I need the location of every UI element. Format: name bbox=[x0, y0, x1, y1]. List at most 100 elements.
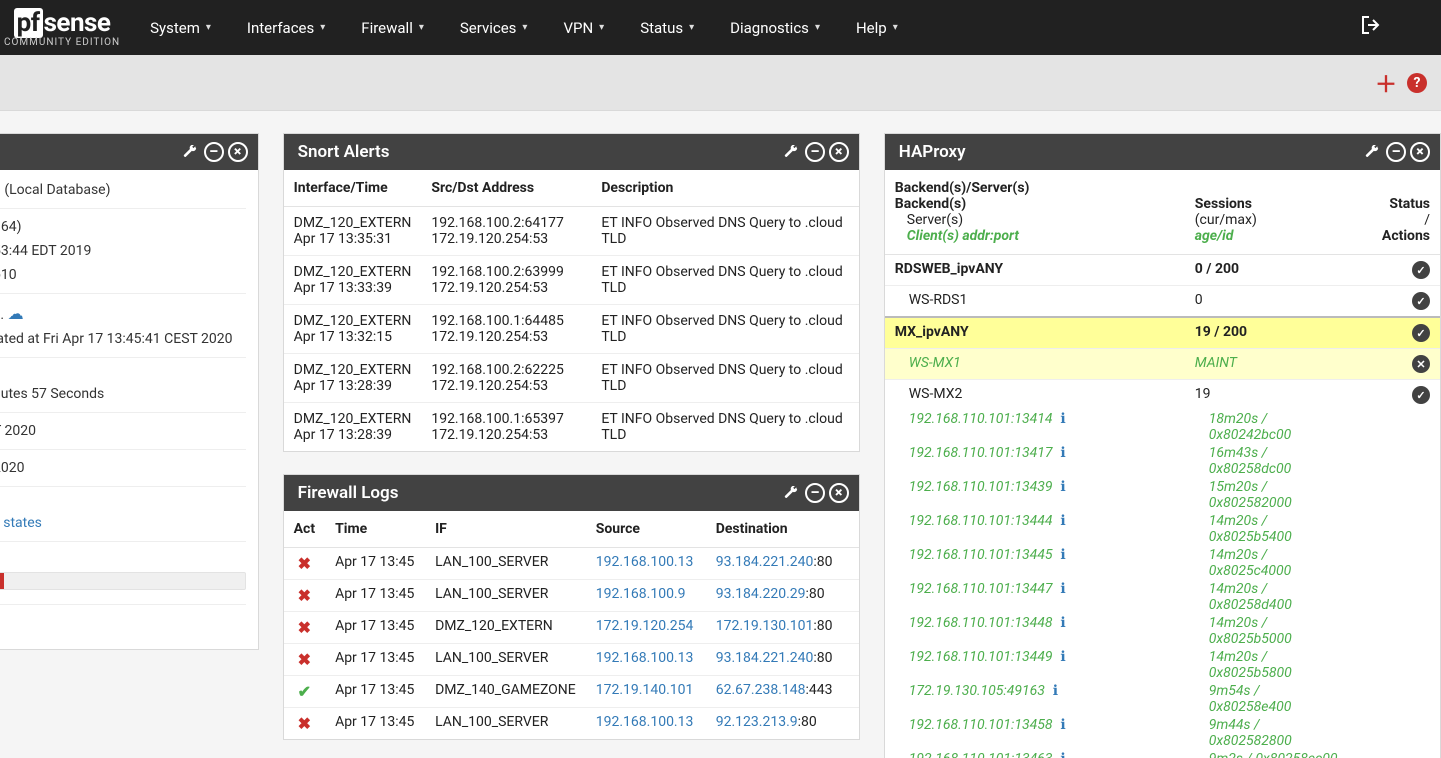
block-icon[interactable]: ✖ bbox=[298, 650, 311, 669]
snort-row: DMZ_120_EXTERNApr 17 13:28:39192.168.100… bbox=[284, 403, 859, 452]
firewall-log-row: ✖Apr 17 13:45LAN_100_SERVER192.168.100.1… bbox=[284, 708, 859, 740]
logout-icon[interactable] bbox=[1361, 16, 1381, 39]
status-ok-icon[interactable]: ✓ bbox=[1412, 292, 1430, 310]
nav-item-help[interactable]: Help▾ bbox=[838, 0, 916, 55]
nav-item-vpn[interactable]: VPN▾ bbox=[545, 0, 622, 55]
status-ok-icon[interactable]: ✓ bbox=[1412, 261, 1430, 279]
firewall-log-row: ✖Apr 17 13:45LAN_100_SERVER192.168.100.1… bbox=[284, 644, 859, 676]
haproxy-client-row: 192.168.110.101:13417 ℹ 16m43s / 0x80258d… bbox=[885, 444, 1440, 478]
col-description: Description bbox=[591, 170, 858, 207]
log-dest-link[interactable]: 93.184.221.240 bbox=[716, 554, 814, 570]
brand-logo[interactable]: pfsense COMMUNITY EDITION bbox=[0, 6, 132, 50]
log-source-link[interactable]: 192.168.100.13 bbox=[596, 714, 694, 730]
server-name: WS-MX1 bbox=[885, 349, 1185, 380]
info-icon[interactable]: ℹ bbox=[1056, 411, 1070, 427]
close-icon[interactable]: × bbox=[829, 142, 849, 162]
nav-item-diagnostics[interactable]: Diagnostics▾ bbox=[712, 0, 838, 55]
log-source-link[interactable]: 172.19.120.254 bbox=[596, 618, 694, 634]
log-if: LAN_100_SERVER bbox=[425, 548, 586, 580]
info-line: T 2020 bbox=[0, 419, 246, 443]
chevron-down-icon: ▾ bbox=[320, 22, 325, 33]
log-dest-link[interactable]: 172.19.130.101 bbox=[716, 618, 814, 634]
block-icon[interactable]: ✖ bbox=[298, 714, 311, 733]
info-icon[interactable]: ℹ bbox=[1056, 547, 1070, 563]
progress-bar bbox=[0, 572, 246, 590]
server-sessions: 19 bbox=[1185, 380, 1355, 411]
info-icon[interactable]: ℹ bbox=[1056, 649, 1070, 665]
snort-table: Interface/Time Src/Dst Address Descripti… bbox=[284, 170, 859, 451]
client-age: 9m44s / 0x802582800 bbox=[1209, 717, 1292, 749]
log-dest-link[interactable]: 92.123.213.9 bbox=[716, 714, 798, 730]
minimize-icon[interactable]: – bbox=[805, 142, 825, 162]
chevron-down-icon: ▾ bbox=[893, 22, 898, 33]
minimize-icon[interactable]: – bbox=[1386, 142, 1406, 162]
wrench-icon[interactable] bbox=[781, 483, 801, 503]
log-source-link[interactable]: 192.168.100.13 bbox=[596, 554, 694, 570]
col-act: Act bbox=[284, 511, 325, 548]
backend-sessions: 0 / 200 bbox=[1185, 255, 1355, 286]
client-age: 18m20s / 0x80242bc00 bbox=[1209, 411, 1292, 443]
brand-pf: pf bbox=[14, 8, 43, 38]
client-age: 14m20s / 0x8025b5400 bbox=[1209, 513, 1292, 545]
nav-item-status[interactable]: Status▾ bbox=[622, 0, 712, 55]
nav-item-services[interactable]: Services▾ bbox=[442, 0, 546, 55]
client-age: 9m54s / 0x80258e400 bbox=[1209, 683, 1292, 715]
log-source-link[interactable]: 192.168.100.9 bbox=[596, 586, 686, 602]
backend-name: RDSWEB_ipvANY bbox=[885, 255, 1185, 286]
snort-row: DMZ_120_EXTERNApr 17 13:33:39192.168.100… bbox=[284, 256, 859, 305]
info-icon[interactable]: ℹ bbox=[1056, 751, 1070, 758]
nav-item-system[interactable]: System▾ bbox=[132, 0, 229, 55]
info-icon[interactable]: ℹ bbox=[1048, 683, 1062, 699]
add-widget-icon[interactable]: ＋ bbox=[1375, 67, 1397, 99]
pass-icon[interactable]: ✔ bbox=[298, 682, 311, 701]
info-icon[interactable]: ℹ bbox=[1056, 479, 1070, 495]
nav-item-firewall[interactable]: Firewall▾ bbox=[343, 0, 442, 55]
close-icon[interactable]: × bbox=[829, 483, 849, 503]
states-link[interactable]: v states bbox=[0, 515, 42, 531]
info-icon[interactable]: ℹ bbox=[1056, 717, 1070, 733]
client-addr: 192.168.110.101:13417 bbox=[909, 445, 1053, 461]
snort-addr: 192.168.100.2:64177172.19.120.254:53 bbox=[421, 207, 591, 256]
block-icon[interactable]: ✖ bbox=[298, 586, 311, 605]
snort-if-time: DMZ_120_EXTERNApr 17 13:28:39 bbox=[284, 403, 422, 452]
info-line: 2020 bbox=[0, 456, 246, 480]
log-dest-link[interactable]: 62.67.238.148 bbox=[716, 682, 806, 698]
backend-name: MX_ipvANY bbox=[885, 317, 1185, 349]
close-icon[interactable]: × bbox=[1410, 142, 1430, 162]
col-status-actions: Status / Actions bbox=[1355, 170, 1440, 255]
cloud-icon[interactable]: ☁ bbox=[8, 304, 24, 323]
status-ok-icon[interactable]: ✓ bbox=[1412, 386, 1430, 404]
col-time: Time bbox=[325, 511, 425, 548]
block-icon[interactable]: ✖ bbox=[298, 618, 311, 637]
client-age: 16m43s / 0x80258dc00 bbox=[1209, 445, 1292, 477]
log-dest-link[interactable]: 93.184.220.29 bbox=[716, 586, 806, 602]
wrench-icon[interactable] bbox=[1362, 142, 1382, 162]
haproxy-backend-row: MX_ipvANY19 / 200✓ bbox=[885, 317, 1440, 349]
minimize-icon[interactable]: – bbox=[805, 483, 825, 503]
help-icon[interactable]: ? bbox=[1407, 73, 1427, 93]
client-addr: 192.168.110.101:13448 bbox=[909, 615, 1053, 631]
log-source-link[interactable]: 172.19.140.101 bbox=[596, 682, 694, 698]
minimize-icon[interactable]: – bbox=[204, 142, 224, 162]
wrench-icon[interactable] bbox=[781, 142, 801, 162]
info-icon[interactable]: ℹ bbox=[1056, 513, 1070, 529]
log-dest-link[interactable]: 93.184.221.240 bbox=[716, 650, 814, 666]
block-icon[interactable]: ✖ bbox=[298, 554, 311, 573]
info-icon[interactable]: ℹ bbox=[1056, 615, 1070, 631]
col-srcdst: Src/Dst Address bbox=[421, 170, 591, 207]
client-addr: 192.168.110.101:13458 bbox=[909, 717, 1053, 733]
info-icon[interactable]: ℹ bbox=[1056, 581, 1070, 597]
chevron-down-icon: ▾ bbox=[689, 22, 694, 33]
firewall-log-row: ✖Apr 17 13:45LAN_100_SERVER192.168.100.9… bbox=[284, 580, 859, 612]
close-icon[interactable]: × bbox=[228, 142, 248, 162]
info-icon[interactable]: ℹ bbox=[1056, 445, 1070, 461]
log-source-link[interactable]: 192.168.100.13 bbox=[596, 650, 694, 666]
status-ok-icon[interactable]: ✓ bbox=[1412, 324, 1430, 342]
client-age: 14m20s / 0x8025b5000 bbox=[1209, 615, 1292, 647]
wrench-icon[interactable] bbox=[180, 142, 200, 162]
snort-desc: ET INFO Observed DNS Query to .cloud TLD bbox=[591, 256, 858, 305]
snort-desc: ET INFO Observed DNS Query to .cloud TLD bbox=[591, 207, 858, 256]
nav-item-interfaces[interactable]: Interfaces▾ bbox=[229, 0, 343, 55]
haproxy-client-row: 192.168.110.101:13447 ℹ14m20s / 0x80258d… bbox=[885, 580, 1440, 614]
status-error-icon[interactable]: ✕ bbox=[1412, 355, 1430, 373]
